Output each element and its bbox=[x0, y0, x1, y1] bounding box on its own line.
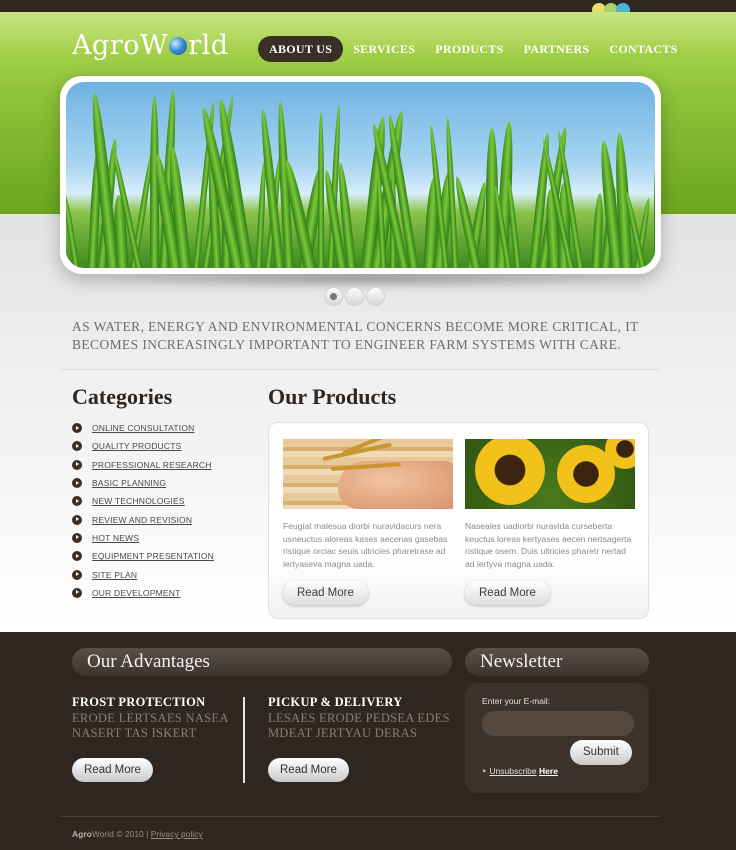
category-link[interactable]: HOT NEWS bbox=[92, 533, 139, 543]
banner-frame bbox=[60, 76, 661, 274]
category-item[interactable]: REVIEW AND REVISION bbox=[72, 510, 214, 528]
category-link[interactable]: OUR DEVELOPMENT bbox=[92, 588, 181, 598]
nav-about-us[interactable]: ABOUT US bbox=[258, 36, 344, 62]
products-box: Feugiat malesua diorbi nuravidacurs nera… bbox=[268, 422, 649, 619]
column-separator bbox=[243, 697, 245, 783]
slider-dot-2[interactable] bbox=[345, 287, 364, 306]
nav-services[interactable]: SERVICES bbox=[343, 36, 425, 62]
advantage-line: ERODE LERTSAES NASEA bbox=[72, 711, 229, 725]
arrow-bullet-icon bbox=[72, 551, 82, 562]
category-link[interactable]: SITE PLAN bbox=[92, 570, 137, 580]
logo-text-agro: Agro bbox=[72, 30, 140, 61]
arrow-bullet-icon bbox=[72, 459, 82, 470]
category-link[interactable]: EQUIPMENT PRESENTATION bbox=[92, 551, 214, 561]
unsubscribe-here-link[interactable]: Here bbox=[539, 766, 558, 776]
arrow-bullet-icon bbox=[72, 532, 82, 543]
categories-list: ONLINE CONSULTATION QUALITY PRODUCTS PRO… bbox=[72, 419, 214, 602]
unsubscribe-link[interactable]: Unsubscribe bbox=[489, 766, 536, 776]
arrow-bullet-icon bbox=[72, 569, 82, 580]
category-item[interactable]: SITE PLAN bbox=[72, 565, 214, 583]
advantages-title: Our Advantages bbox=[72, 648, 452, 676]
products-title: Our Products bbox=[268, 384, 397, 409]
category-item[interactable]: NEW TECHNOLOGIES bbox=[72, 492, 214, 510]
category-item[interactable]: QUALITY PRODUCTS bbox=[72, 437, 214, 455]
newsletter-title: Newsletter bbox=[465, 648, 649, 676]
logo-text-w: W bbox=[139, 30, 169, 61]
copyright: AgroWorld © 2010 | Privacy policy bbox=[72, 829, 203, 839]
arrow-bullet-icon bbox=[72, 441, 82, 452]
advantage-item-1: FROST PROTECTION ERODE LERTSAES NASEA NA… bbox=[72, 695, 229, 740]
nav-partners[interactable]: PARTNERS bbox=[514, 36, 600, 62]
advantage-title: PICKUP & DELIVERY bbox=[268, 695, 403, 709]
email-input[interactable] bbox=[482, 711, 634, 736]
arrow-bullet-icon bbox=[72, 496, 82, 507]
grass-banner-image bbox=[66, 82, 655, 268]
email-label: Enter your E-mail: bbox=[482, 696, 551, 706]
grass-blade bbox=[654, 144, 655, 268]
grass-blade bbox=[66, 191, 81, 268]
product-description-2: Naseales uadiorbi nuravida curseberta ke… bbox=[465, 521, 632, 569]
slider-dot-1[interactable] bbox=[324, 287, 343, 306]
arrow-bullet-icon bbox=[72, 514, 82, 525]
categories-title: Categories bbox=[72, 384, 173, 409]
logo-text-rld: rld bbox=[188, 30, 229, 61]
product-read-more-button-2[interactable]: Read More bbox=[465, 581, 550, 605]
advantage-read-more-button-2[interactable]: Read More bbox=[268, 758, 349, 782]
category-item[interactable]: HOT NEWS bbox=[72, 529, 214, 547]
advantage-line: LESAES ERODE PEDSEA EDES bbox=[268, 711, 450, 725]
category-link[interactable]: NEW TECHNOLOGIES bbox=[92, 496, 185, 506]
category-item[interactable]: EQUIPMENT PRESENTATION bbox=[72, 547, 214, 565]
nav-products[interactable]: PRODUCTS bbox=[425, 36, 513, 62]
product-description-1: Feugiat malesua diorbi nuravidacurs nera… bbox=[283, 521, 448, 569]
category-item[interactable]: OUR DEVELOPMENT bbox=[72, 584, 214, 602]
arrow-bullet-icon bbox=[72, 478, 82, 489]
privacy-policy-link[interactable]: Privacy policy bbox=[151, 829, 203, 839]
caret-right-icon: ‣ bbox=[482, 766, 488, 776]
category-link[interactable]: ONLINE CONSULTATION bbox=[92, 423, 195, 433]
category-item[interactable]: ONLINE CONSULTATION bbox=[72, 419, 214, 437]
submit-button[interactable]: Submit bbox=[570, 740, 632, 765]
advantage-title: FROST PROTECTION bbox=[72, 695, 206, 709]
main-nav: ABOUT US SERVICES PRODUCTS PARTNERS CONT… bbox=[258, 36, 688, 62]
section-divider bbox=[60, 369, 660, 370]
product-read-more-button-1[interactable]: Read More bbox=[283, 581, 368, 605]
sunflower-image[interactable] bbox=[465, 439, 635, 509]
advantage-line: NASERT TAS ISKERT bbox=[72, 726, 197, 740]
advantage-read-more-button-1[interactable]: Read More bbox=[72, 758, 153, 782]
copyright-separator: | bbox=[146, 829, 149, 839]
top-bar bbox=[0, 0, 736, 17]
arrow-bullet-icon bbox=[72, 423, 82, 434]
globe-icon bbox=[169, 37, 188, 55]
category-item[interactable]: PROFESSIONAL RESEARCH bbox=[72, 456, 214, 474]
category-link[interactable]: PROFESSIONAL RESEARCH bbox=[92, 460, 212, 470]
copyright-text: World © 2010 bbox=[91, 829, 144, 839]
unsubscribe-line: ‣ Unsubscribe Here bbox=[482, 766, 558, 777]
arrow-bullet-icon bbox=[72, 587, 82, 598]
intro-text: AS WATER, ENERGY AND ENVIRONMENTAL CONCE… bbox=[72, 319, 639, 352]
wheat-hand-image[interactable] bbox=[283, 439, 453, 509]
category-item[interactable]: BASIC PLANNING bbox=[72, 474, 214, 492]
footer-divider bbox=[60, 816, 660, 817]
category-link[interactable]: REVIEW AND REVISION bbox=[92, 515, 192, 525]
advantage-item-2: PICKUP & DELIVERY LESAES ERODE PEDSEA ED… bbox=[268, 695, 450, 740]
slider-pagination bbox=[324, 287, 387, 306]
nav-contacts[interactable]: CONTACTS bbox=[599, 36, 687, 62]
copyright-brand: Agro bbox=[72, 829, 92, 839]
grass-blade bbox=[318, 112, 324, 268]
site-logo[interactable]: AgroW rld bbox=[72, 30, 229, 61]
sunflower-shape bbox=[475, 439, 545, 505]
category-link[interactable]: QUALITY PRODUCTS bbox=[92, 441, 181, 451]
advantage-line: MDEAT JERTYAU DERAS bbox=[268, 726, 418, 740]
slider-dot-3[interactable] bbox=[366, 287, 385, 306]
category-link[interactable]: BASIC PLANNING bbox=[92, 478, 166, 488]
